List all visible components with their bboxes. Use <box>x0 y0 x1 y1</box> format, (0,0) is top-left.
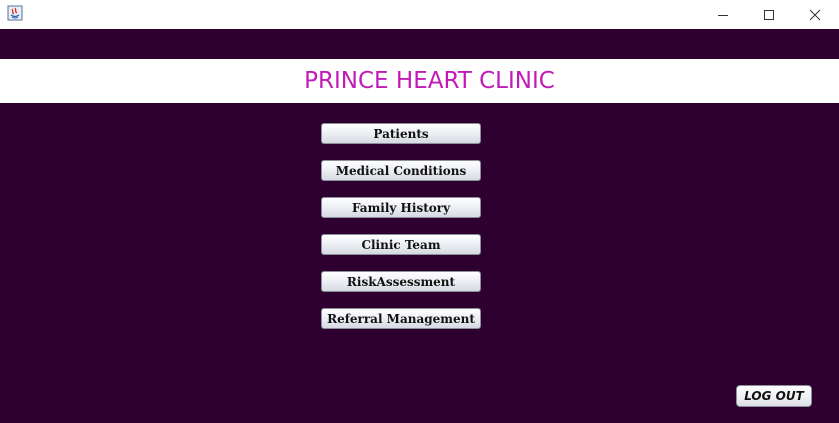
maximize-button[interactable] <box>746 0 792 29</box>
risk-assessment-button[interactable]: RiskAssessment <box>321 271 481 292</box>
header-band: PRINCE HEART CLINIC <box>0 59 839 103</box>
minimize-icon <box>718 14 728 16</box>
java-app-icon[interactable] <box>7 5 23 21</box>
clinic-title: PRINCE HEART CLINIC <box>304 68 555 94</box>
close-button[interactable] <box>792 0 838 29</box>
minimize-button[interactable] <box>700 0 746 29</box>
window-titlebar <box>0 0 839 29</box>
family-history-button[interactable]: Family History <box>321 197 481 218</box>
close-icon <box>809 9 821 20</box>
patients-button[interactable]: Patients <box>321 123 481 144</box>
logout-button[interactable]: LOG OUT <box>736 385 812 407</box>
medical-conditions-button[interactable]: Medical Conditions <box>321 160 481 181</box>
maximize-icon <box>764 9 774 20</box>
main-panel: PRINCE HEART CLINIC Patients Medical Con… <box>0 29 839 423</box>
referral-management-button[interactable]: Referral Management <box>321 308 481 329</box>
clinic-team-button[interactable]: Clinic Team <box>321 234 481 255</box>
